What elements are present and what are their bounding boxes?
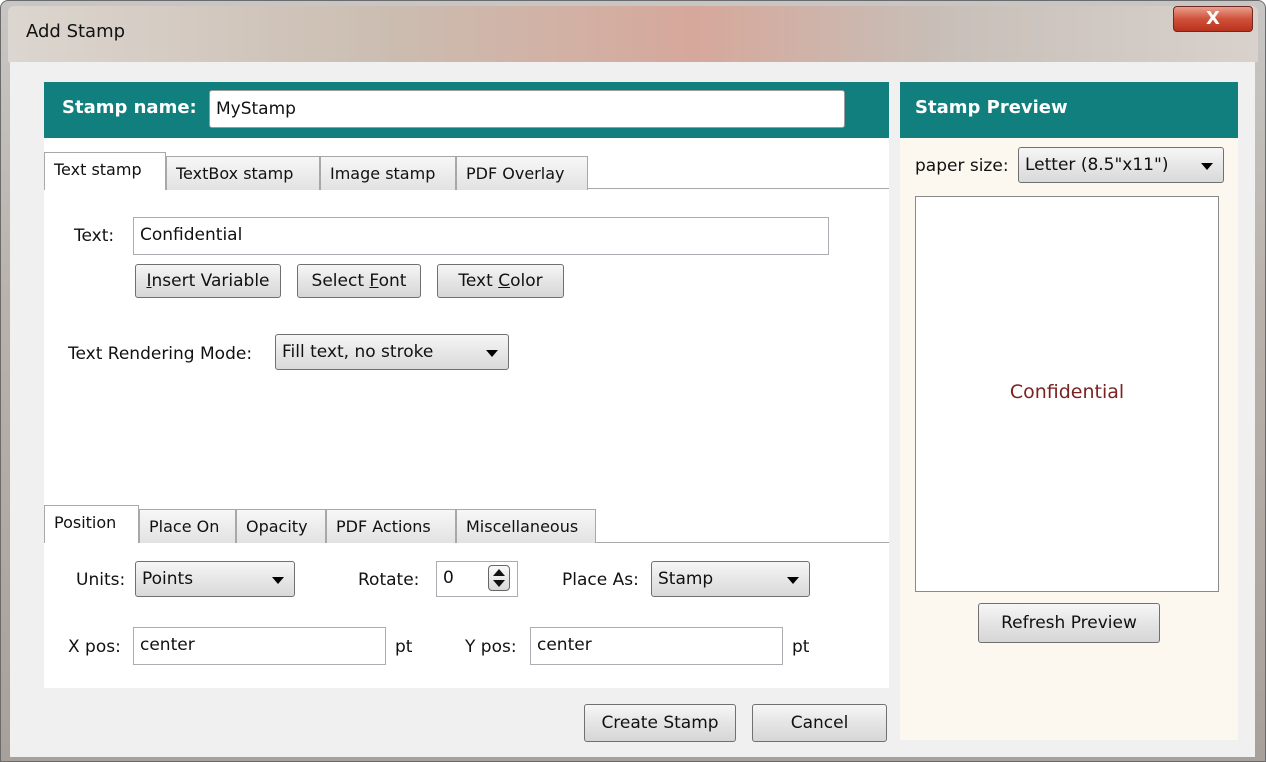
paper-size-label: paper size: — [915, 156, 1009, 176]
chevron-down-icon — [787, 577, 799, 584]
select-font-button[interactable]: Select Font — [297, 264, 421, 298]
close-button[interactable]: X — [1173, 6, 1253, 32]
ypos-unit: pt — [792, 637, 810, 657]
ypos-label: Y pos: — [465, 637, 517, 657]
stamp-preview-title: Stamp Preview — [915, 97, 1068, 118]
rotate-label: Rotate: — [358, 570, 420, 590]
xpos-unit: pt — [395, 637, 413, 657]
text-rendering-mode-label: Text Rendering Mode: — [68, 344, 253, 364]
units-label: Units: — [76, 570, 126, 590]
xpos-label: X pos: — [68, 637, 121, 657]
tab-pdf-actions[interactable]: PDF Actions — [326, 509, 456, 543]
tab-textbox-stamp[interactable]: TextBox stamp — [166, 156, 320, 190]
tab-opacity[interactable]: Opacity — [236, 509, 326, 543]
tab-image-stamp[interactable]: Image stamp — [320, 156, 456, 190]
place-as-select[interactable]: Stamp — [651, 561, 810, 597]
chevron-down-icon — [1201, 163, 1213, 170]
xpos-input[interactable]: center — [133, 627, 386, 665]
text-color-button[interactable]: Text Color — [437, 264, 564, 298]
cancel-button[interactable]: Cancel — [752, 704, 887, 742]
tab-position[interactable]: Position — [44, 505, 139, 543]
tab-pdf-overlay[interactable]: PDF Overlay — [456, 156, 588, 190]
chevron-down-icon — [272, 577, 284, 584]
title-bar[interactable] — [8, 6, 1258, 62]
refresh-preview-button[interactable]: Refresh Preview — [978, 603, 1160, 643]
text-rendering-mode-select[interactable]: Fill text, no stroke — [275, 334, 509, 370]
insert-variable-button[interactable]: Insert Variable — [135, 264, 281, 298]
stamp-name-label: Stamp name: — [62, 97, 197, 118]
text-label: Text: — [74, 226, 115, 246]
place-as-label: Place As: — [562, 570, 639, 590]
stamp-text-input[interactable]: Confidential — [133, 217, 829, 255]
units-select[interactable]: Points — [135, 561, 295, 597]
stamp-preview-text: Confidential — [1009, 381, 1125, 403]
rotate-spin-buttons[interactable] — [488, 565, 510, 591]
tab-place-on[interactable]: Place On — [139, 509, 236, 543]
stamp-name-input[interactable]: MyStamp — [209, 90, 845, 128]
spin-updown-icon — [493, 569, 505, 587]
window-title: Add Stamp — [26, 21, 126, 42]
ypos-input[interactable]: center — [530, 627, 783, 665]
tab-text-stamp[interactable]: Text stamp — [44, 152, 166, 190]
create-stamp-button[interactable]: Create Stamp — [584, 704, 736, 742]
tab-miscellaneous[interactable]: Miscellaneous — [456, 509, 596, 543]
chevron-down-icon — [486, 350, 498, 357]
paper-size-select[interactable]: Letter (8.5"x11") — [1018, 147, 1224, 183]
